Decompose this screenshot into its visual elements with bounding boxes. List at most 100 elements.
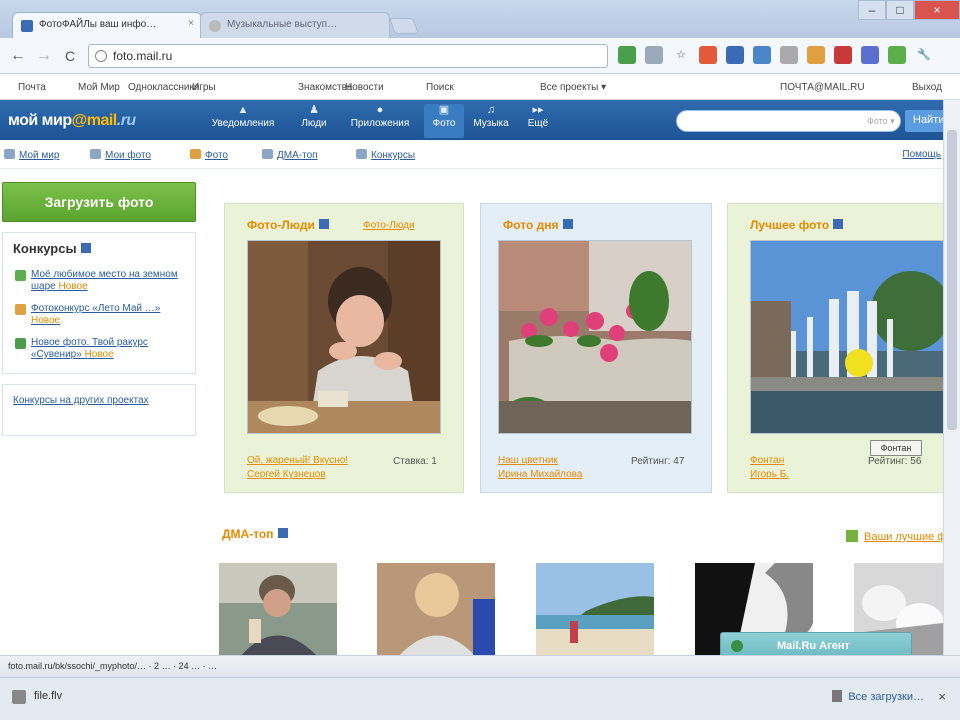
nav-apps[interactable]: ● Приложения <box>340 104 420 138</box>
bookmark-item[interactable]: Игры <box>192 82 216 93</box>
window-close-button[interactable]: × <box>914 0 960 20</box>
contests-panel: Конкурсы Моё любимое место на земном шар… <box>2 232 196 374</box>
new-badge: Новое <box>31 315 61 326</box>
subnav-my-world[interactable]: Мой мир <box>4 149 59 161</box>
subnav-contests[interactable]: Конкурсы <box>356 149 415 161</box>
back-button[interactable]: ← <box>8 46 28 66</box>
dma-top-title[interactable]: ДМА-топ <box>222 527 288 541</box>
page-content: мой мир@mail.ru ▲ Уведомления ♟ Люди ● П… <box>0 100 943 655</box>
status-bar: foto.mail.ru/bk/ssochi/_myphoto/… · 2 … … <box>0 655 960 677</box>
site-logo[interactable]: мой мир@mail.ru <box>8 112 136 130</box>
bookmark-item[interactable]: Почта <box>18 82 46 93</box>
subnav-label: Мои фото <box>105 150 151 161</box>
bookmark-item[interactable]: Все проекты ▾ <box>540 82 606 93</box>
site-search-input[interactable]: Фото ▾ <box>676 110 901 132</box>
other-contests-link[interactable]: Конкурсы на других проектах <box>2 384 196 436</box>
scroll-thumb[interactable] <box>947 130 957 430</box>
bird-ext-icon[interactable] <box>753 46 771 64</box>
person-icon <box>262 149 273 159</box>
tab-music[interactable]: Музыкальные выступ… <box>200 12 390 38</box>
logo-mail: @mail <box>71 112 118 129</box>
blue-ext-icon[interactable] <box>861 46 879 64</box>
bar-ext-icon[interactable] <box>780 46 798 64</box>
green-ext-icon[interactable] <box>618 46 636 64</box>
reload-button[interactable]: C <box>60 46 80 66</box>
star-icon[interactable]: ☆ <box>672 46 690 64</box>
page-ext-icon[interactable] <box>645 46 663 64</box>
subnav-label: Мой мир <box>19 150 60 161</box>
all-downloads-link[interactable]: Все загрузки… <box>832 690 924 703</box>
contest-item[interactable]: Новое фото. Твой ракурс «Сувенир» Новое <box>15 337 191 361</box>
minimize-button[interactable]: – <box>858 0 886 20</box>
card-title[interactable]: Фото-Люди <box>247 218 329 232</box>
tab-label: ФотоФАЙЛы ваш инфо… <box>39 19 157 30</box>
card-caption[interactable]: Ой, жареный! Вкусно! Сергей Кузнецов <box>247 454 348 482</box>
subnav-dma-top[interactable]: ДМА-топ <box>262 149 318 161</box>
photo-fountain[interactable] <box>750 240 943 434</box>
photo-child-eating[interactable] <box>247 240 441 434</box>
card-title[interactable]: Фото дня <box>503 218 573 232</box>
nav-people[interactable]: ♟ Люди <box>292 104 336 138</box>
divider <box>0 168 943 169</box>
wrench-icon[interactable]: 🔧 <box>915 46 933 64</box>
forward-button[interactable]: → <box>34 46 54 66</box>
nav-music[interactable]: ♫ Музыка <box>468 104 514 138</box>
mail-favicon-icon <box>21 20 33 32</box>
tab-foto-mail[interactable]: ФотоФАЙЛы ваш инфо… × <box>12 12 202 38</box>
caption-author: Игорь Б. <box>750 469 790 480</box>
caption-author: Сергей Кузнецов <box>247 469 326 480</box>
dma-thumbnail[interactable] <box>219 563 337 655</box>
maximize-button[interactable]: □ <box>886 0 914 20</box>
card-title[interactable]: Лучшее фото <box>750 218 844 232</box>
notification-text: Mail.Ru Агент <box>777 640 850 652</box>
card-meta: Рейтинг: 47 <box>631 456 685 467</box>
download-item[interactable]: file.flv <box>12 690 62 704</box>
nav-notifications[interactable]: ▲ Уведомления <box>202 104 284 138</box>
dma-thumbnail[interactable] <box>536 563 654 655</box>
apps-icon: ● <box>376 104 384 116</box>
dma-more-link[interactable]: Ваши лучшие фото <box>846 530 943 543</box>
nav-photo[interactable]: ▣ Фото <box>424 104 464 138</box>
address-bar[interactable]: foto.mail.ru <box>88 44 608 68</box>
people-icon: ♟ <box>309 104 319 116</box>
subnav-my-photos[interactable]: Мои фото <box>90 149 151 161</box>
bookmark-item[interactable]: Поиск <box>426 82 454 93</box>
site-search-button[interactable]: Найти <box>905 110 943 132</box>
new-badge: Новое <box>84 349 114 360</box>
photo-card-people: Фото-Люди Фото-Люди Ой, жареный! Вкусно!… <box>224 203 464 493</box>
bookmark-email[interactable]: ПОЧТА@MAIL.RU <box>780 82 865 93</box>
downloads-bar: file.flv Все загрузки… × <box>0 677 960 720</box>
close-icon[interactable]: × <box>938 689 946 704</box>
card-caption[interactable]: Наш цветник Ирина Михайлова <box>498 454 582 482</box>
nav-more[interactable]: ▸▸ Ещё <box>520 104 556 138</box>
contest-text: Моё любимое место на земном шаре <box>31 269 178 292</box>
nav-label: Ещё <box>527 118 549 129</box>
contest-item[interactable]: Моё любимое место на земном шаре Новое <box>15 269 191 293</box>
card-caption[interactable]: Фонтан Игорь Б. <box>750 454 789 482</box>
dma-thumbnail[interactable] <box>377 563 495 655</box>
bookmark-item[interactable]: Новости <box>345 82 384 93</box>
upload-photo-button[interactable]: Загрузить фото <box>2 182 196 222</box>
agent-ext-icon[interactable] <box>726 46 744 64</box>
new-tab-button[interactable] <box>389 18 419 34</box>
photo-badge[interactable]: Фонтан <box>870 440 922 456</box>
all-downloads-text: Все загрузки… <box>848 691 924 703</box>
photo-flowers[interactable] <box>498 240 692 434</box>
browser-toolbar: ← → C foto.mail.ru ☆ 🔧 <box>0 38 960 74</box>
tab-close-icon[interactable]: × <box>188 18 194 29</box>
mail-ext-icon[interactable] <box>834 46 852 64</box>
bookmark-item[interactable]: Одноклассники <box>128 82 199 93</box>
contest-item[interactable]: Фотоконкурс «Лето Май …» Новое <box>15 303 191 327</box>
bookmark-item[interactable]: Мой Мир <box>78 82 120 93</box>
caption-text: Ой, жареный! Вкусно! <box>247 455 349 466</box>
help-link[interactable]: Помощь <box>902 149 941 160</box>
red-ext-icon[interactable] <box>699 46 717 64</box>
card-more-link[interactable]: Фото-Люди <box>363 220 415 231</box>
bookmark-logout[interactable]: Выход <box>912 82 942 93</box>
orange-ext-icon[interactable] <box>807 46 825 64</box>
caption-text: Наш цветник <box>498 455 558 466</box>
subnav-photo[interactable]: Фото <box>190 149 228 161</box>
nav-label: Уведомления <box>211 118 275 129</box>
vertical-scrollbar[interactable] <box>943 100 960 655</box>
green2-ext-icon[interactable] <box>888 46 906 64</box>
